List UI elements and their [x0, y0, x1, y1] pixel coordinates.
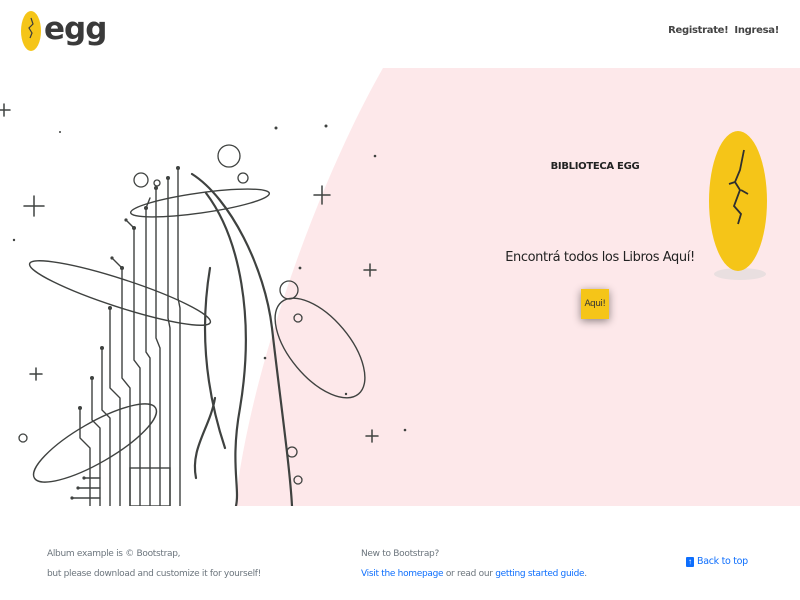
footer-credit: Album example is © Bootstrap, but please… — [47, 544, 261, 584]
register-link[interactable]: Registrate! — [668, 25, 729, 36]
site-footer: Album example is © Bootstrap, but please… — [0, 506, 800, 600]
stars — [0, 103, 379, 443]
footer-links-line: Visit the homepage or read our getting s… — [361, 564, 587, 584]
aqui-button[interactable]: Aqui! — [581, 289, 609, 319]
cracked-egg-illustration — [709, 131, 767, 280]
brand-logo[interactable]: egg — [20, 6, 107, 52]
footer-links-text: or read our — [443, 569, 496, 579]
getting-started-link[interactable]: getting started guide — [495, 569, 584, 579]
hero-subtitle: Encontrá todos los Libros Aquí! — [505, 250, 695, 265]
cracked-egg-icon — [21, 11, 41, 51]
footer-credit-line2: but please download and customize it for… — [47, 569, 261, 579]
footer-credit-line1: Album example is © Bootstrap, — [47, 549, 181, 559]
homepage-link[interactable]: Visit the homepage — [361, 569, 444, 579]
brand-name: egg — [44, 10, 107, 47]
footer-links-end: . — [584, 569, 587, 579]
orbits — [28, 188, 366, 483]
astronaut-illustration — [0, 103, 407, 506]
arrow-up-square-icon: ↑ — [686, 556, 694, 567]
figure — [190, 172, 294, 506]
hero-title: BIBLIOTECA EGG — [550, 161, 640, 172]
back-to-top-link[interactable]: ↑ Back to top — [686, 556, 748, 567]
top-nav: Registrate! Ingresa! — [668, 25, 779, 36]
login-link[interactable]: Ingresa! — [734, 25, 779, 36]
footer-bootstrap-info: New to Bootstrap? Visit the homepage or … — [361, 544, 587, 584]
site-header: egg Registrate! Ingresa! — [0, 0, 800, 68]
hero-section: BIBLIOTECA EGG Encontrá todos los Libros… — [0, 68, 800, 506]
footer-new-to-bootstrap: New to Bootstrap? — [361, 549, 439, 559]
back-to-top-label: Back to top — [697, 556, 748, 567]
